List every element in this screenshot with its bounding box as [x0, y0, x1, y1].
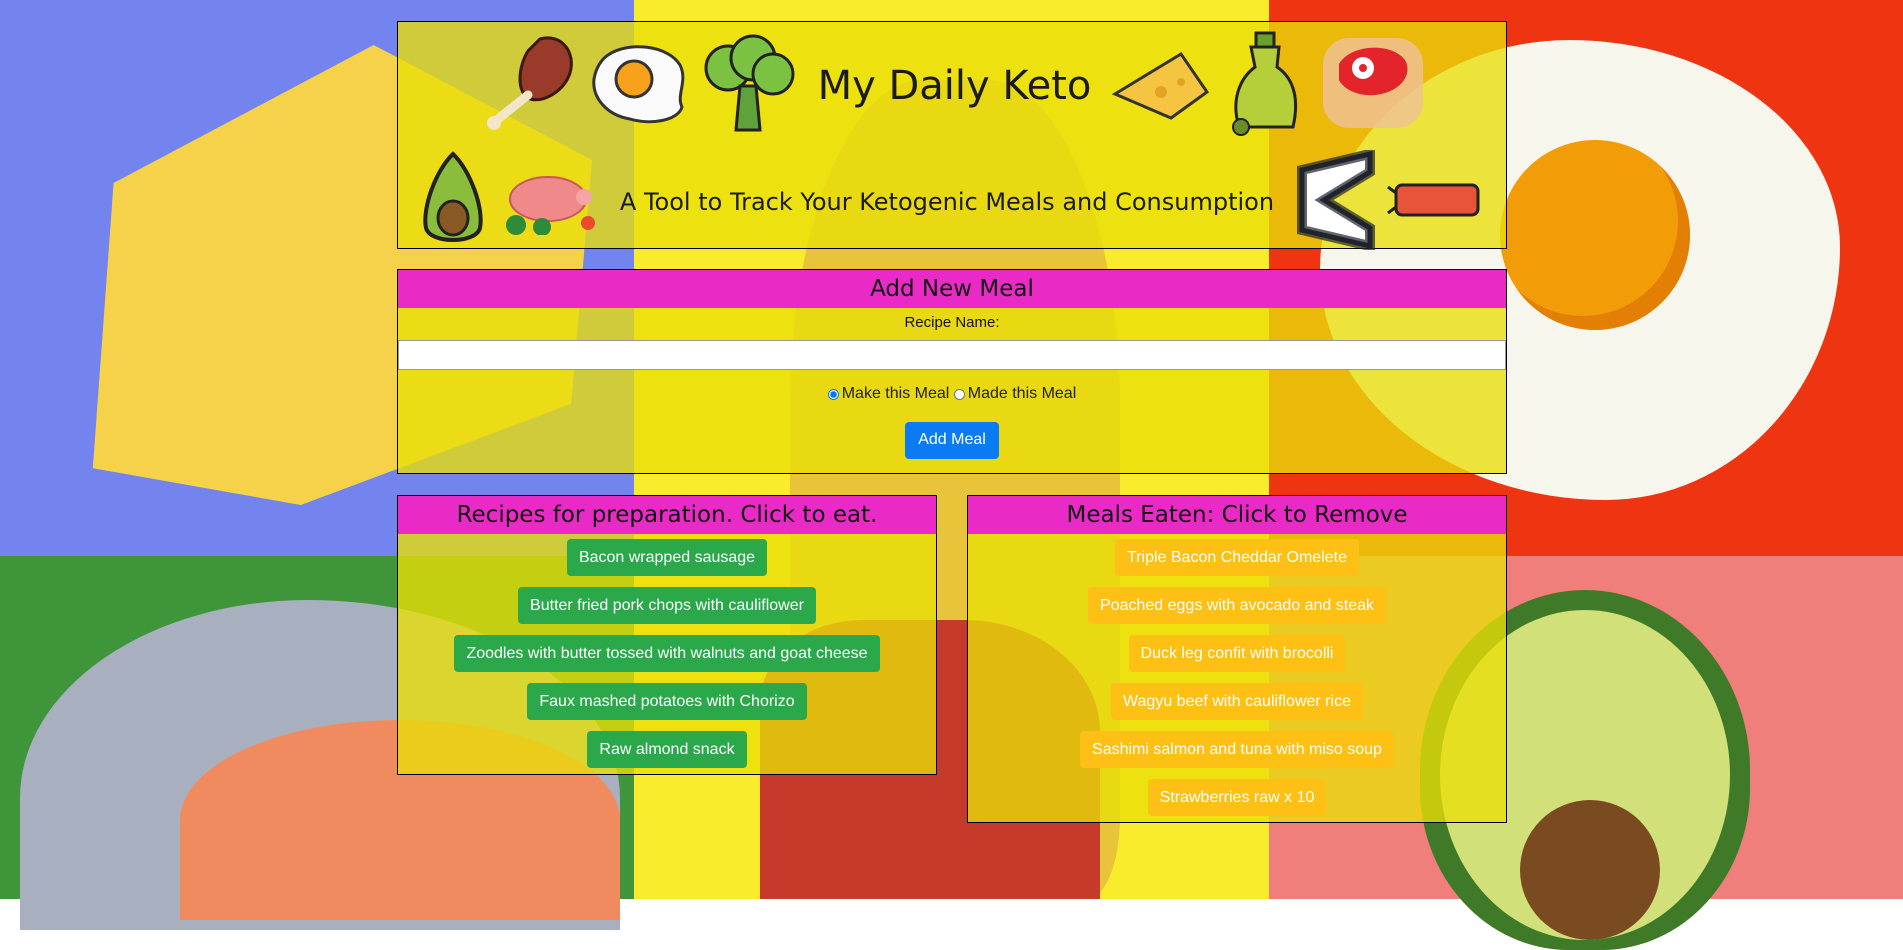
- made-meal-option[interactable]: Made this Meal: [953, 385, 1077, 403]
- meals-eaten-panel: Meals Eaten: Click to Remove Triple Baco…: [967, 495, 1507, 823]
- recipes-heading: Recipes for preparation. Click to eat.: [398, 496, 936, 534]
- recipe-item-button[interactable]: Zoodles with butter tossed with walnuts …: [454, 635, 880, 672]
- recipe-item-button[interactable]: Bacon wrapped sausage: [566, 539, 768, 576]
- app-subtitle: A Tool to Track Your Ketogenic Meals and…: [619, 188, 1275, 216]
- recipe-name-label: Recipe Name:: [904, 314, 1000, 331]
- recipes-list: Bacon wrapped sausage Butter fried pork …: [398, 534, 936, 779]
- pig-icon: [498, 165, 598, 240]
- eaten-item-button[interactable]: Poached eggs with avocado and steak: [1088, 587, 1386, 624]
- recipe-item-button[interactable]: Butter fried pork chops with cauliflower: [518, 587, 816, 624]
- recipes-panel: Recipes for preparation. Click to eat. B…: [397, 495, 937, 775]
- add-meal-heading: Add New Meal: [398, 270, 1506, 308]
- measuring-tape-icon: [1296, 147, 1376, 255]
- eaten-item-button[interactable]: Duck leg confit with brocolli: [1128, 635, 1346, 672]
- make-meal-option[interactable]: Make this Meal: [827, 385, 950, 403]
- made-meal-radio[interactable]: [953, 388, 965, 400]
- meal-type-radio-group: Make this Meal Made this Meal: [398, 385, 1506, 405]
- recipe-item-button[interactable]: Raw almond snack: [587, 731, 747, 768]
- made-meal-label: Made this Meal: [967, 385, 1077, 402]
- cheese-icon: [1111, 44, 1211, 129]
- olive-oil-icon: [1221, 31, 1311, 141]
- sausage-icon: [1386, 175, 1486, 230]
- make-meal-label: Make this Meal: [841, 385, 950, 402]
- eaten-item-button[interactable]: Triple Bacon Cheddar Omelete: [1115, 539, 1359, 576]
- app-title: My Daily Keto: [817, 63, 1092, 109]
- steak-icon: [1321, 34, 1426, 139]
- meals-eaten-list: Triple Bacon Cheddar Omelete Poached egg…: [968, 534, 1506, 827]
- eaten-item-button[interactable]: Wagyu beef with cauliflower rice: [1111, 683, 1363, 720]
- meals-eaten-heading: Meals Eaten: Click to Remove: [968, 496, 1506, 534]
- ham-icon: [478, 31, 578, 141]
- recipe-name-input[interactable]: [398, 340, 1506, 370]
- eaten-item-button[interactable]: Strawberries raw x 10: [1147, 779, 1327, 816]
- broccoli-icon: [698, 34, 798, 139]
- add-meal-panel: Add New Meal Recipe Name: Make this Meal…: [397, 269, 1507, 474]
- header-panel: My Daily Keto A Tool to Track Your Ketog…: [397, 21, 1507, 252]
- make-meal-radio[interactable]: [827, 388, 839, 400]
- add-meal-button[interactable]: Add Meal: [905, 421, 999, 459]
- avocado-icon: [418, 150, 488, 255]
- eaten-item-button[interactable]: Sashimi salmon and tuna with miso soup: [1080, 731, 1394, 768]
- recipe-item-button[interactable]: Faux mashed potatoes with Chorizo: [527, 683, 807, 720]
- fried-egg-icon: [588, 41, 688, 132]
